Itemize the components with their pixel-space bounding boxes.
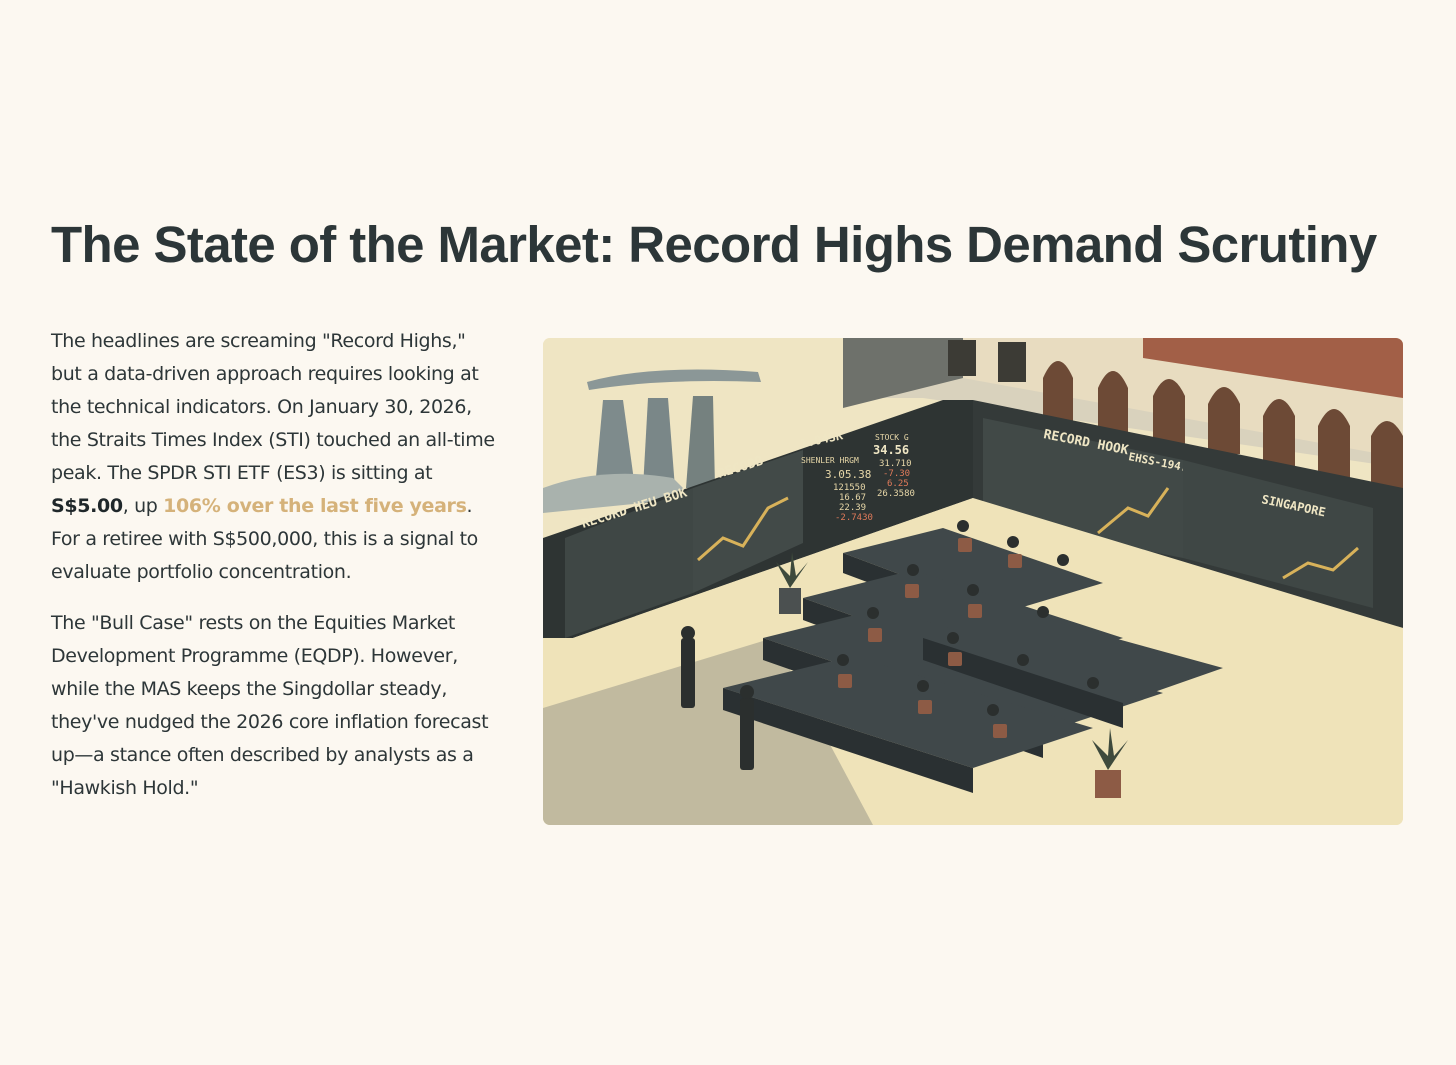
etf-price: S$5.00 — [51, 495, 123, 517]
board-shenler-value: 3.05.38 — [825, 468, 871, 481]
board-shenler-sub1: 121550 — [833, 483, 866, 493]
paragraph-intro-text-2: , up — [122, 495, 164, 517]
paragraph-bull-case: The "Bull Case" rests on the Equities Ma… — [51, 612, 489, 799]
trading-floor-illustration: RECORD HEU BOK RECODB 1:04SK SHENLER HRG… — [543, 338, 1403, 825]
article-body: The headlines are screaming "Record High… — [51, 325, 496, 823]
growth-highlight: 106% over the last five years — [163, 495, 467, 517]
paragraph-intro-text-1: The headlines are screaming "Record High… — [51, 330, 495, 484]
board-shenler-label: SHENLER HRGM — [801, 456, 859, 465]
board-stock-value: 34.56 — [873, 443, 909, 457]
trading-floor-svg: RECORD HEU BOK RECODB 1:04SK SHENLER HRG… — [543, 338, 1403, 825]
board-stock-sub: 31.710 — [879, 459, 912, 469]
article-title: The State of the Market: Record Highs De… — [51, 216, 1377, 273]
board-shenler-sub4: -2.7430 — [835, 513, 873, 523]
board-shenler-sub3: 22.39 — [839, 503, 866, 513]
board-stock-label: STOCK G — [875, 433, 909, 442]
board-shenler-sub2: 16.67 — [839, 493, 866, 503]
board-stock-change2: 6.25 — [887, 479, 909, 489]
board-stock-change3: 26.3580 — [877, 489, 915, 499]
paragraph-intro: The headlines are screaming "Record High… — [51, 325, 496, 589]
board-stock-change1: -7.30 — [883, 469, 910, 479]
